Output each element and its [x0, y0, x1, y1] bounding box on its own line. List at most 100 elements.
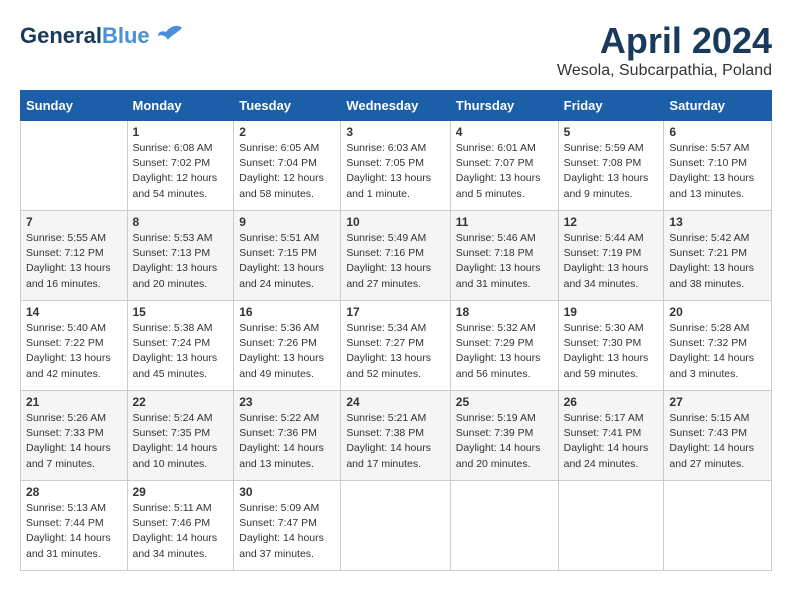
- calendar-cell: 27 Sunrise: 5:15 AM Sunset: 7:43 PM Dayli…: [664, 391, 772, 481]
- calendar-cell: [558, 481, 664, 571]
- day-number: 25: [456, 395, 553, 409]
- calendar-cell: 14 Sunrise: 5:40 AM Sunset: 7:22 PM Dayli…: [21, 301, 128, 391]
- day-info: Sunrise: 5:15 AM Sunset: 7:43 PM Dayligh…: [669, 411, 766, 472]
- day-number: 14: [26, 305, 122, 319]
- calendar-cell: [664, 481, 772, 571]
- day-info: Sunrise: 5:42 AM Sunset: 7:21 PM Dayligh…: [669, 231, 766, 292]
- calendar-cell: 2 Sunrise: 6:05 AM Sunset: 7:04 PM Daylig…: [234, 121, 341, 211]
- day-info: Sunrise: 5:44 AM Sunset: 7:19 PM Dayligh…: [564, 231, 659, 292]
- page-header: GeneralBlue April 2024 Wesola, Subcarpat…: [20, 20, 772, 80]
- weekday-header-thursday: Thursday: [450, 91, 558, 121]
- day-info: Sunrise: 6:08 AM Sunset: 7:02 PM Dayligh…: [133, 141, 229, 202]
- calendar-cell: 6 Sunrise: 5:57 AM Sunset: 7:10 PM Daylig…: [664, 121, 772, 211]
- day-info: Sunrise: 5:13 AM Sunset: 7:44 PM Dayligh…: [26, 501, 122, 562]
- day-info: Sunrise: 5:30 AM Sunset: 7:30 PM Dayligh…: [564, 321, 659, 382]
- day-info: Sunrise: 5:59 AM Sunset: 7:08 PM Dayligh…: [564, 141, 659, 202]
- logo-bird-icon: [154, 20, 186, 52]
- day-number: 7: [26, 215, 122, 229]
- day-info: Sunrise: 5:32 AM Sunset: 7:29 PM Dayligh…: [456, 321, 553, 382]
- day-info: Sunrise: 5:51 AM Sunset: 7:15 PM Dayligh…: [239, 231, 335, 292]
- day-number: 2: [239, 125, 335, 139]
- weekday-header-wednesday: Wednesday: [341, 91, 450, 121]
- day-number: 15: [133, 305, 229, 319]
- calendar-cell: 17Sunrise: 5:34 AM Sunset: 7:27 PM Dayli…: [341, 301, 450, 391]
- day-number: 12: [564, 215, 659, 229]
- calendar-cell: 15Sunrise: 5:38 AM Sunset: 7:24 PM Dayli…: [127, 301, 234, 391]
- day-info: Sunrise: 5:49 AM Sunset: 7:16 PM Dayligh…: [346, 231, 444, 292]
- day-number: 6: [669, 125, 766, 139]
- day-info: Sunrise: 5:17 AM Sunset: 7:41 PM Dayligh…: [564, 411, 659, 472]
- calendar-cell: 19 Sunrise: 5:30 AM Sunset: 7:30 PM Dayli…: [558, 301, 664, 391]
- calendar-cell: 4 Sunrise: 6:01 AM Sunset: 7:07 PM Daylig…: [450, 121, 558, 211]
- day-number: 24: [346, 395, 444, 409]
- day-info: Sunrise: 5:11 AM Sunset: 7:46 PM Dayligh…: [133, 501, 229, 562]
- day-number: 27: [669, 395, 766, 409]
- day-number: 19: [564, 305, 659, 319]
- day-number: 1: [133, 125, 229, 139]
- day-info: Sunrise: 5:53 AM Sunset: 7:13 PM Dayligh…: [133, 231, 229, 292]
- day-number: 13: [669, 215, 766, 229]
- calendar-cell: 7 Sunrise: 5:55 AM Sunset: 7:12 PM Daylig…: [21, 211, 128, 301]
- day-info: Sunrise: 5:24 AM Sunset: 7:35 PM Dayligh…: [133, 411, 229, 472]
- location: Wesola, Subcarpathia, Poland: [557, 62, 772, 80]
- calendar-cell: 11Sunrise: 5:46 AM Sunset: 7:18 PM Dayli…: [450, 211, 558, 301]
- calendar-week-3: 14 Sunrise: 5:40 AM Sunset: 7:22 PM Dayli…: [21, 301, 772, 391]
- day-number: 20: [669, 305, 766, 319]
- day-info: Sunrise: 6:01 AM Sunset: 7:07 PM Dayligh…: [456, 141, 553, 202]
- day-info: Sunrise: 6:03 AM Sunset: 7:05 PM Dayligh…: [346, 141, 444, 202]
- calendar-cell: 8 Sunrise: 5:53 AM Sunset: 7:13 PM Daylig…: [127, 211, 234, 301]
- month-title: April 2024: [557, 20, 772, 62]
- day-number: 23: [239, 395, 335, 409]
- calendar-cell: 22 Sunrise: 5:24 AM Sunset: 7:35 PM Dayli…: [127, 391, 234, 481]
- calendar-cell: 24 Sunrise: 5:21 AM Sunset: 7:38 PM Dayli…: [341, 391, 450, 481]
- day-info: Sunrise: 5:21 AM Sunset: 7:38 PM Dayligh…: [346, 411, 444, 472]
- weekday-header-saturday: Saturday: [664, 91, 772, 121]
- day-info: Sunrise: 5:09 AM Sunset: 7:47 PM Dayligh…: [239, 501, 335, 562]
- calendar-cell: 13 Sunrise: 5:42 AM Sunset: 7:21 PM Dayli…: [664, 211, 772, 301]
- calendar-cell: 3Sunrise: 6:03 AM Sunset: 7:05 PM Daylig…: [341, 121, 450, 211]
- calendar-cell: 23 Sunrise: 5:22 AM Sunset: 7:36 PM Dayli…: [234, 391, 341, 481]
- day-info: Sunrise: 5:22 AM Sunset: 7:36 PM Dayligh…: [239, 411, 335, 472]
- day-info: Sunrise: 5:55 AM Sunset: 7:12 PM Dayligh…: [26, 231, 122, 292]
- calendar-table: SundayMondayTuesdayWednesdayThursdayFrid…: [20, 90, 772, 571]
- day-number: 10: [346, 215, 444, 229]
- day-info: Sunrise: 5:19 AM Sunset: 7:39 PM Dayligh…: [456, 411, 553, 472]
- calendar-cell: 29Sunrise: 5:11 AM Sunset: 7:46 PM Dayli…: [127, 481, 234, 571]
- day-info: Sunrise: 5:57 AM Sunset: 7:10 PM Dayligh…: [669, 141, 766, 202]
- day-info: Sunrise: 5:40 AM Sunset: 7:22 PM Dayligh…: [26, 321, 122, 382]
- calendar-body: 1 Sunrise: 6:08 AM Sunset: 7:02 PM Daylig…: [21, 121, 772, 571]
- day-info: Sunrise: 5:26 AM Sunset: 7:33 PM Dayligh…: [26, 411, 122, 472]
- weekday-header-row: SundayMondayTuesdayWednesdayThursdayFrid…: [21, 91, 772, 121]
- day-number: 4: [456, 125, 553, 139]
- calendar-cell: [450, 481, 558, 571]
- calendar-cell: 28Sunrise: 5:13 AM Sunset: 7:44 PM Dayli…: [21, 481, 128, 571]
- calendar-week-5: 28Sunrise: 5:13 AM Sunset: 7:44 PM Dayli…: [21, 481, 772, 571]
- weekday-header-monday: Monday: [127, 91, 234, 121]
- calendar-cell: 9Sunrise: 5:51 AM Sunset: 7:15 PM Daylig…: [234, 211, 341, 301]
- calendar-cell: 12 Sunrise: 5:44 AM Sunset: 7:19 PM Dayli…: [558, 211, 664, 301]
- day-number: 22: [133, 395, 229, 409]
- day-number: 21: [26, 395, 122, 409]
- day-info: Sunrise: 5:46 AM Sunset: 7:18 PM Dayligh…: [456, 231, 553, 292]
- logo: GeneralBlue: [20, 20, 186, 52]
- calendar-cell: 1 Sunrise: 6:08 AM Sunset: 7:02 PM Daylig…: [127, 121, 234, 211]
- day-info: Sunrise: 6:05 AM Sunset: 7:04 PM Dayligh…: [239, 141, 335, 202]
- calendar-cell: 5 Sunrise: 5:59 AM Sunset: 7:08 PM Daylig…: [558, 121, 664, 211]
- day-number: 26: [564, 395, 659, 409]
- weekday-header-sunday: Sunday: [21, 91, 128, 121]
- day-number: 8: [133, 215, 229, 229]
- calendar-cell: 18 Sunrise: 5:32 AM Sunset: 7:29 PM Dayli…: [450, 301, 558, 391]
- calendar-week-1: 1 Sunrise: 6:08 AM Sunset: 7:02 PM Daylig…: [21, 121, 772, 211]
- calendar-header: SundayMondayTuesdayWednesdayThursdayFrid…: [21, 91, 772, 121]
- calendar-cell: [341, 481, 450, 571]
- weekday-header-friday: Friday: [558, 91, 664, 121]
- calendar-cell: 21 Sunrise: 5:26 AM Sunset: 7:33 PM Dayli…: [21, 391, 128, 481]
- day-number: 5: [564, 125, 659, 139]
- title-section: April 2024 Wesola, Subcarpathia, Poland: [557, 20, 772, 80]
- day-number: 18: [456, 305, 553, 319]
- logo-text: GeneralBlue: [20, 24, 150, 48]
- calendar-cell: 20Sunrise: 5:28 AM Sunset: 7:32 PM Dayli…: [664, 301, 772, 391]
- day-number: 17: [346, 305, 444, 319]
- calendar-cell: 25 Sunrise: 5:19 AM Sunset: 7:39 PM Dayli…: [450, 391, 558, 481]
- calendar-cell: [21, 121, 128, 211]
